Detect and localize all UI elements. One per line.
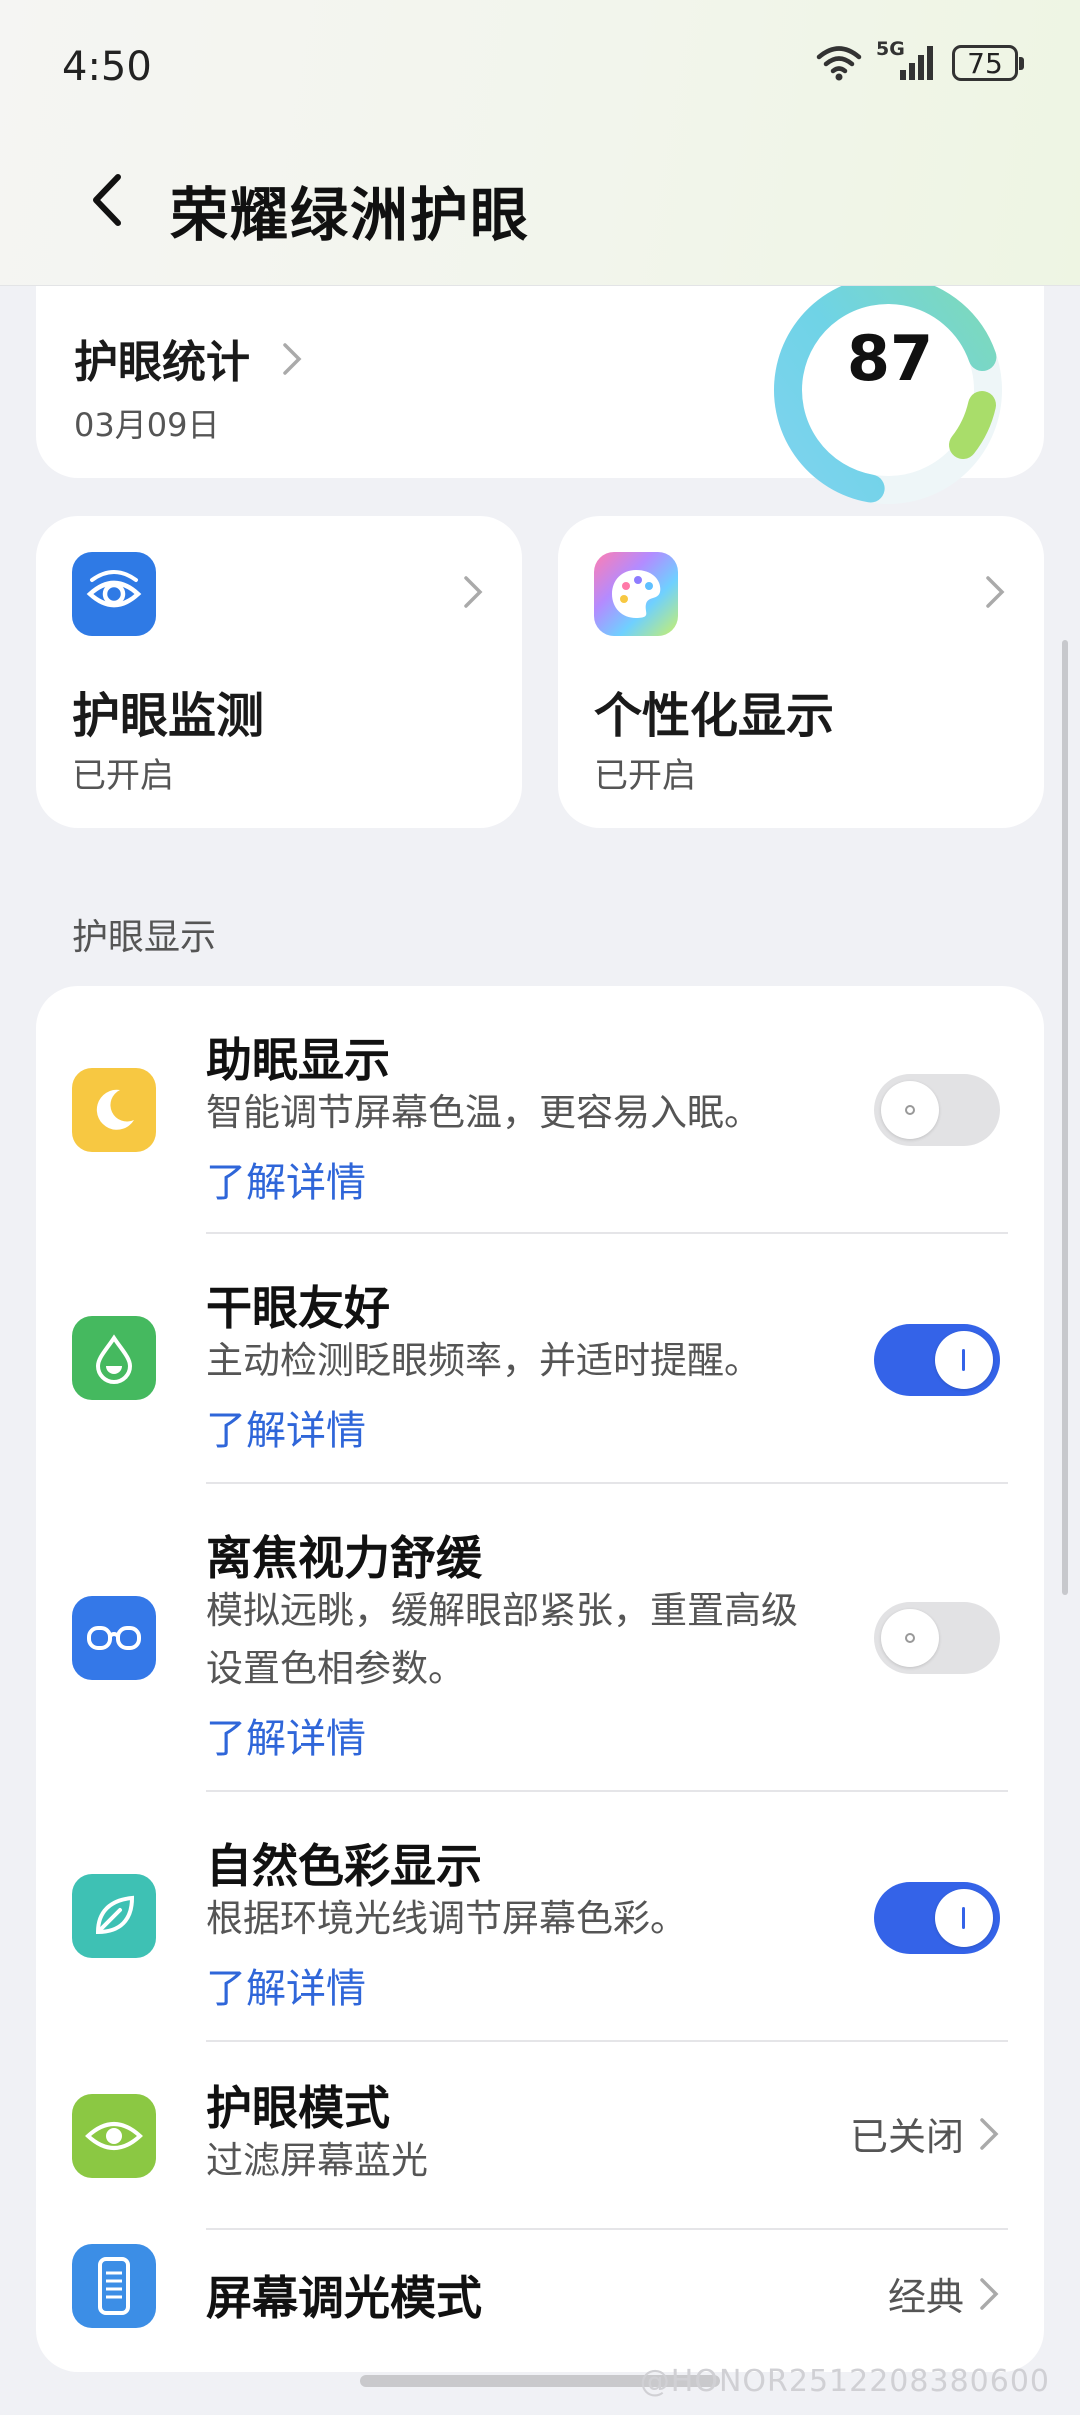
list-item-screen-dimming[interactable]: 屏幕调光模式 经典 <box>36 2230 1044 2372</box>
learn-more-link[interactable]: 了解详情 <box>206 1956 366 2014</box>
sleep-display-toggle[interactable] <box>874 1074 1000 1146</box>
chevron-right-icon <box>980 2117 999 2150</box>
section-label: 护眼显示 <box>72 917 217 958</box>
learn-more-link[interactable]: 了解详情 <box>206 1398 366 1456</box>
palette-icon <box>594 552 678 636</box>
row-title: 干眼友好 <box>206 1281 390 1335</box>
wifi-icon <box>816 46 862 81</box>
row-description: 主动检测眨眼频率，并适时提醒。 <box>206 1339 761 1382</box>
row-title: 助眠显示 <box>206 1033 390 1087</box>
eye-display-settings-list: 助眠显示 智能调节屏幕色温，更容易入眠。 了解详情 干眼友好 主动检测眨眼频率，… <box>36 986 1044 2372</box>
glasses-icon <box>72 1596 156 1680</box>
learn-more-link[interactable]: 了解详情 <box>206 1706 366 1764</box>
back-arrow-icon <box>93 174 121 226</box>
eye-comfort-mode-value: 已关闭 <box>850 2106 1000 2161</box>
list-item-dry-eye[interactable]: 干眼友好 主动检测眨眼频率，并适时提醒。 了解详情 <box>36 1234 1044 1484</box>
watermark: @HONOR2512208380600 <box>639 2364 1050 2399</box>
row-description: 模拟远眺，缓解眼部紧张，重置高级设置色相参数。 <box>206 1589 798 1690</box>
eye-icon <box>72 2094 156 2178</box>
natural-color-toggle[interactable] <box>874 1882 1000 1954</box>
scrollbar[interactable] <box>1062 640 1068 1595</box>
row-title: 屏幕调光模式 <box>206 2271 482 2325</box>
row-title: 自然色彩显示 <box>206 1839 482 1893</box>
chevron-right-icon <box>283 343 302 375</box>
chevron-right-icon <box>464 576 483 608</box>
chevron-right-icon <box>980 2277 999 2310</box>
list-item-defocus-relief[interactable]: 离焦视力舒缓 模拟远眺，缓解眼部紧张，重置高级设置色相参数。 了解详情 <box>36 1484 1044 1792</box>
battery-level: 75 <box>967 46 1003 80</box>
list-item-eye-comfort-mode[interactable]: 护眼模式 过滤屏幕蓝光 已关闭 <box>36 2042 1044 2230</box>
defocus-relief-toggle[interactable] <box>874 1602 1000 1674</box>
eye-monitor-status: 已开启 <box>72 756 174 796</box>
screen-dimming-value: 经典 <box>888 2266 1000 2321</box>
eye-monitor-title: 护眼监测 <box>72 688 265 744</box>
list-item-natural-color[interactable]: 自然色彩显示 根据环境光线调节屏幕色彩。 了解详情 <box>36 1792 1044 2042</box>
cellular-signal-icon: 5G <box>876 38 938 84</box>
eye-score-value: 87 <box>846 322 934 395</box>
row-description: 根据环境光线调节屏幕色彩。 <box>206 1897 687 1940</box>
battery-icon: 75 <box>952 45 1024 81</box>
stats-title[interactable]: 护眼统计 <box>74 326 303 390</box>
personalized-display-card[interactable]: 个性化显示 已开启 <box>558 516 1044 828</box>
page-title: 荣耀绿洲护眼 <box>170 181 531 249</box>
eye-monitor-icon <box>72 552 156 636</box>
status-icons: 5G 75 <box>816 38 1024 84</box>
status-time: 4:50 <box>62 44 152 90</box>
learn-more-link[interactable]: 了解详情 <box>206 1150 366 1208</box>
screen-dimming-icon <box>72 2244 156 2328</box>
top-bar: 4:50 5G 75 荣耀绿洲护眼 <box>0 0 1080 286</box>
back-button[interactable] <box>78 165 138 235</box>
personalized-display-status: 已开启 <box>594 756 696 796</box>
water-drop-icon <box>72 1316 156 1400</box>
row-description: 过滤屏幕蓝光 <box>206 2139 428 2182</box>
eye-monitor-card[interactable]: 护眼监测 已开启 <box>36 516 522 828</box>
personalized-display-title: 个性化显示 <box>594 688 835 744</box>
chevron-right-icon <box>986 576 1005 608</box>
dry-eye-toggle[interactable] <box>874 1324 1000 1396</box>
stats-title-label: 护眼统计 <box>74 337 250 388</box>
row-title: 护眼模式 <box>206 2081 390 2135</box>
leaf-icon <box>72 1874 156 1958</box>
row-title: 离焦视力舒缓 <box>206 1531 482 1585</box>
list-item-sleep-display[interactable]: 助眠显示 智能调节屏幕色温，更容易入眠。 了解详情 <box>36 986 1044 1234</box>
moon-icon <box>72 1068 156 1152</box>
stats-date: 03月09日 <box>74 406 220 444</box>
row-description: 智能调节屏幕色温，更容易入眠。 <box>206 1091 761 1134</box>
